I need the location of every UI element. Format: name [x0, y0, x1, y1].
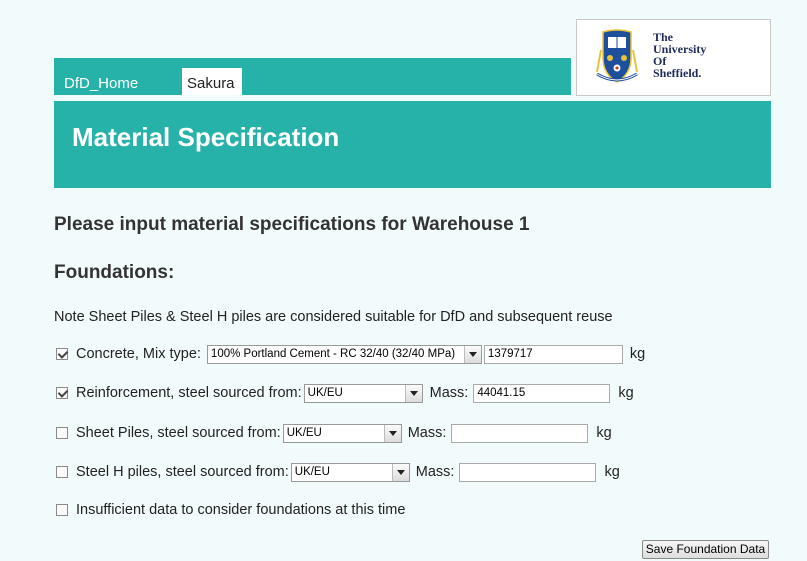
logo-line: Sheffield.	[653, 66, 702, 80]
section-title: Foundations:	[54, 262, 175, 283]
sheet-piles-source-select[interactable]: UK/EU	[282, 423, 402, 443]
steel-h-piles-mass-input[interactable]	[459, 462, 597, 482]
sheet-piles-mass-label: Mass:	[407, 425, 447, 441]
concrete-mix-select[interactable]: 100% Portland Cement - RC 32/40 (32/40 M…	[206, 344, 482, 364]
steel-h-piles-mass-label: Mass:	[415, 464, 455, 480]
steel-h-piles-unit: kg	[604, 464, 620, 480]
steel-h-piles-row: Steel H piles, steel sourced from: UK/EU…	[56, 461, 620, 483]
reinforcement-source-selected: UK/EU	[307, 387, 343, 399]
university-crest-icon	[596, 29, 638, 83]
concrete-mass-input[interactable]: 1379717	[483, 344, 623, 364]
nav-bar: DfD_Home Sakura	[54, 58, 571, 95]
insufficient-data-row: Insufficient data to consider foundation…	[56, 499, 405, 521]
nav-home-link[interactable]: DfD_Home	[64, 75, 138, 92]
reinforcement-mass-input[interactable]: 44041.15	[473, 383, 611, 403]
reinforcement-source-select[interactable]: UK/EU	[303, 383, 423, 403]
save-foundation-data-button[interactable]: Save Foundation Data	[642, 540, 769, 559]
chevron-down-icon[interactable]	[463, 345, 481, 363]
chevron-down-icon[interactable]	[383, 424, 401, 442]
header-band: Material Specification	[54, 101, 771, 188]
university-logo-text: The University Of Sheffield.	[653, 31, 706, 79]
page-title: Material Specification	[72, 122, 340, 152]
form-heading: Please input material specifications for…	[54, 214, 530, 235]
sheet-piles-unit: kg	[596, 425, 612, 441]
reinforcement-row: Reinforcement, steel sourced from: UK/EU…	[56, 382, 634, 404]
reinforcement-unit: kg	[618, 385, 634, 401]
concrete-unit: kg	[629, 346, 646, 362]
sheet-piles-mass-input[interactable]	[451, 423, 589, 443]
concrete-checkbox[interactable]	[56, 348, 68, 360]
steel-h-piles-source-select[interactable]: UK/EU	[290, 462, 410, 482]
concrete-label: Concrete, Mix type:	[76, 346, 201, 362]
concrete-mix-selected: 100% Portland Cement - RC 32/40 (32/40 M…	[210, 348, 456, 360]
chevron-down-icon[interactable]	[404, 384, 422, 402]
sheet-piles-label: Sheet Piles, steel sourced from:	[76, 425, 281, 441]
reinforcement-mass-label: Mass:	[429, 385, 469, 401]
steel-h-piles-source-selected: UK/EU	[294, 466, 330, 478]
sheet-piles-source-selected: UK/EU	[286, 427, 322, 439]
sheet-piles-row: Sheet Piles, steel sourced from: UK/EU M…	[56, 422, 612, 444]
university-logo: The University Of Sheffield.	[576, 19, 771, 96]
insufficient-data-label: Insufficient data to consider foundation…	[76, 502, 406, 518]
steel-h-piles-label: Steel H piles, steel sourced from:	[76, 464, 289, 480]
reinforcement-checkbox[interactable]	[56, 387, 68, 399]
reinforcement-label: Reinforcement, steel sourced from:	[76, 385, 302, 401]
steel-h-piles-checkbox[interactable]	[56, 466, 68, 478]
nav-tab-active[interactable]: Sakura	[182, 68, 242, 95]
concrete-row: Concrete, Mix type: 100% Portland Cement…	[56, 343, 645, 365]
sheet-piles-checkbox[interactable]	[56, 427, 68, 439]
note-text: Note Sheet Piles & Steel H piles are con…	[54, 309, 613, 325]
chevron-down-icon[interactable]	[391, 463, 409, 481]
insufficient-data-checkbox[interactable]	[56, 504, 68, 516]
